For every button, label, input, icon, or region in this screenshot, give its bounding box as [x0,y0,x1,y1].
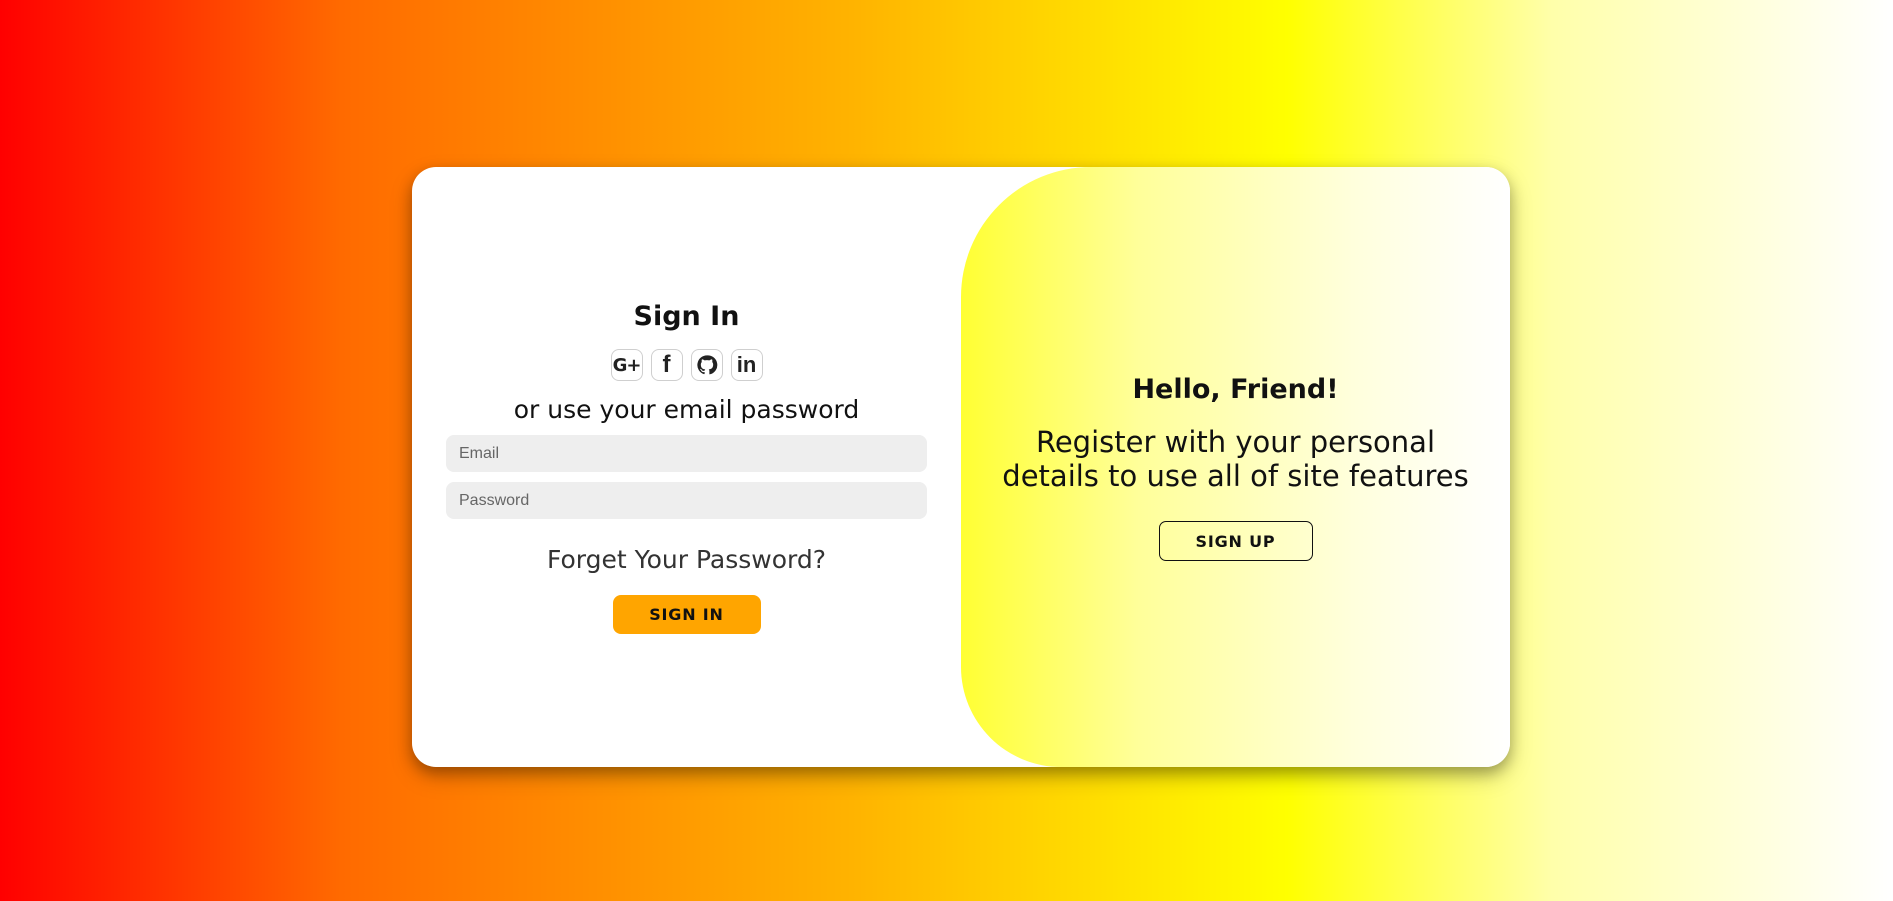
sign-in-panel: Sign In G+ f in or use your email passwo… [412,167,961,767]
welcome-title: Hello, Friend! [1132,374,1339,405]
auth-card: Sign In G+ f in or use your email passwo… [412,167,1510,767]
facebook-login-button[interactable]: f [650,349,683,381]
github-login-button[interactable] [690,349,723,381]
email-password-hint: or use your email password [513,395,860,424]
forgot-password-link[interactable]: Forget Your Password? [547,545,826,575]
sign-up-button[interactable]: SIGN UP [1158,521,1313,561]
register-description: Register with your personal details to u… [1002,425,1469,493]
linkedin-login-button[interactable]: in [730,349,763,381]
sign-in-button[interactable]: SIGN IN [612,595,761,634]
google-icon: G+ [612,354,642,376]
linkedin-icon: in [736,352,757,377]
email-field[interactable] [446,435,927,472]
password-field[interactable] [446,482,927,519]
facebook-icon: f [662,351,671,378]
github-icon [696,355,717,375]
social-login-row: G+ f in [610,349,763,381]
sign-up-panel: Hello, Friend! Register with your person… [961,167,1510,767]
google-login-button[interactable]: G+ [610,349,643,381]
sign-in-title: Sign In [633,301,740,332]
